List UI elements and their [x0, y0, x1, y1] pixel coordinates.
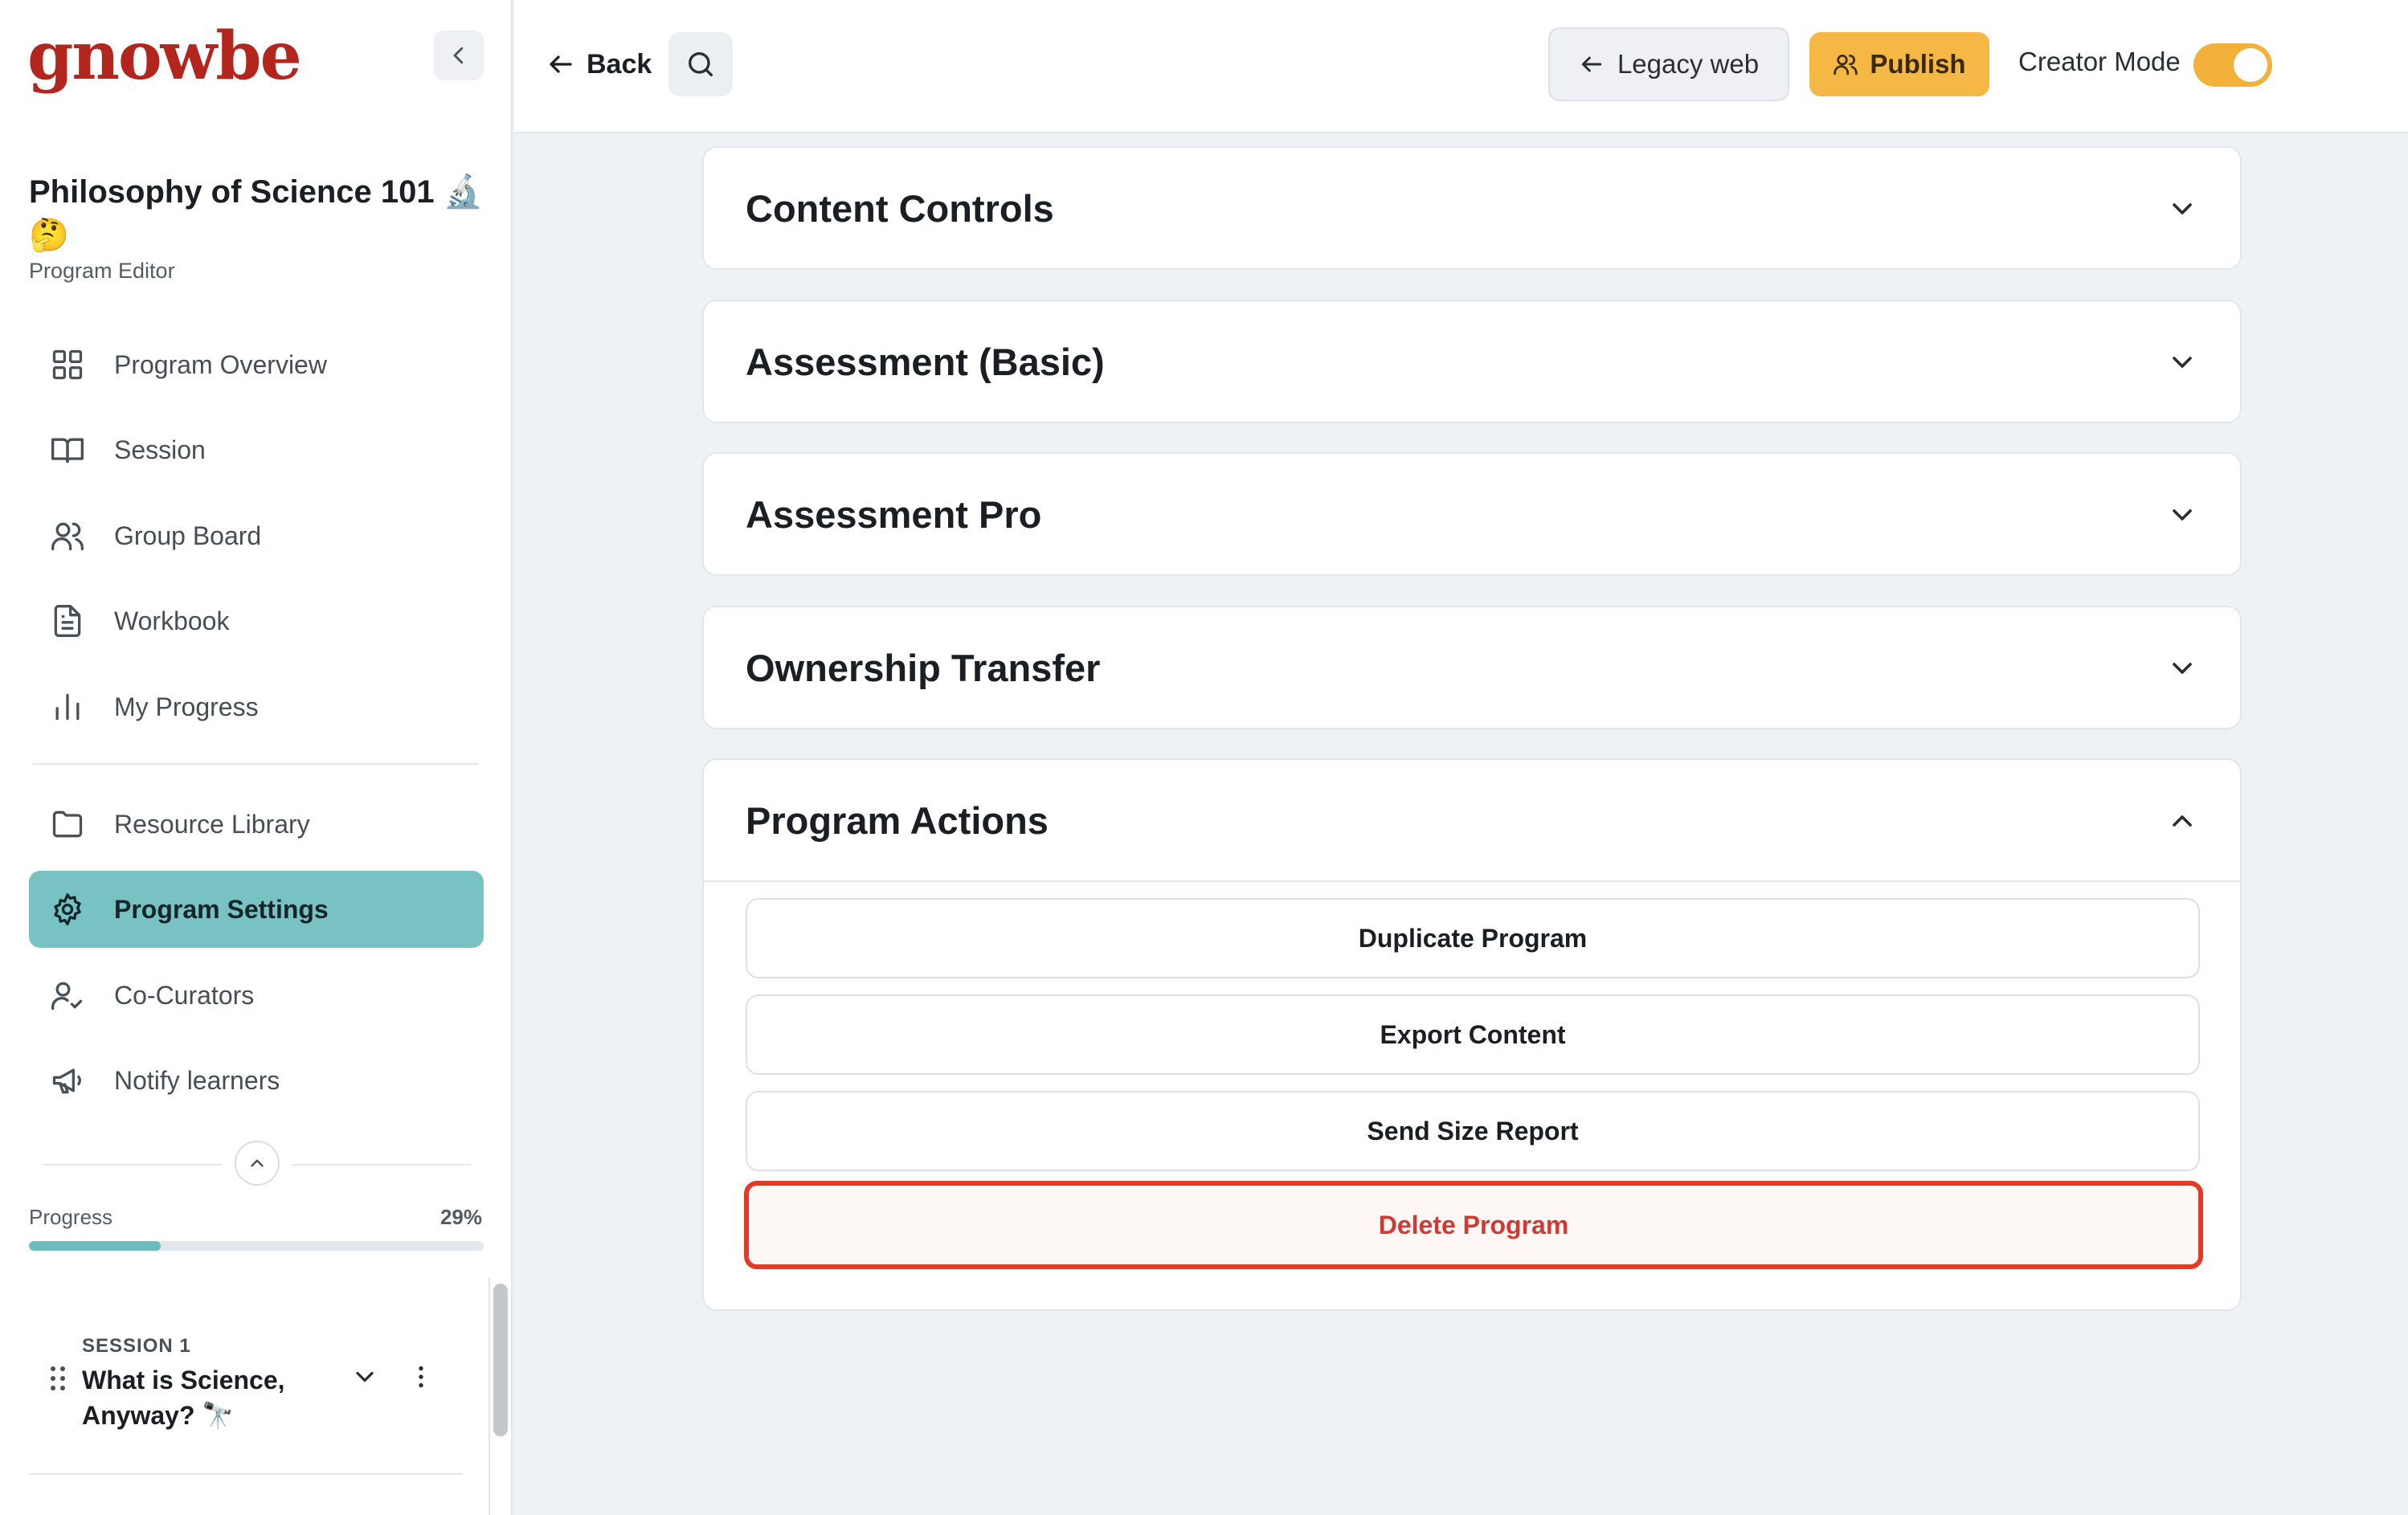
- sidebar-item-label: Program Settings: [114, 894, 329, 924]
- publish-label: Publish: [1870, 49, 1966, 79]
- progress-value: 29%: [439, 1205, 482, 1229]
- session-kicker: SESSION 1: [82, 1335, 191, 1357]
- sidebar-item-group-board[interactable]: Group Board: [29, 497, 484, 574]
- sidebar-item-my-progress[interactable]: My Progress: [29, 668, 484, 745]
- users-icon: [1834, 55, 1858, 76]
- book-icon: [51, 438, 84, 463]
- export-content-button[interactable]: Export Content: [746, 994, 2200, 1075]
- delete-program-button[interactable]: Delete Program: [744, 1181, 2203, 1269]
- legacy-web-button[interactable]: Legacy web: [1548, 27, 1789, 101]
- sidebar-item-label: Group Board: [114, 521, 262, 550]
- bar-chart-icon: [55, 693, 80, 721]
- creator-mode-label: Creator Mode: [2018, 47, 2181, 76]
- progress-bar-fill: [29, 1241, 161, 1251]
- panel-assessment-pro[interactable]: Assessment Pro: [702, 452, 2242, 576]
- document-icon: [54, 605, 81, 637]
- sidebar-item-label: Session: [114, 435, 206, 464]
- sidebar-item-label: Resource Library: [114, 809, 310, 839]
- megaphone-icon: [52, 1068, 81, 1094]
- program-subtitle: Program Editor: [29, 259, 175, 283]
- user-check-icon: [51, 982, 83, 1011]
- sidebar-item-label: Notify learners: [114, 1065, 280, 1095]
- progress-label: Progress: [29, 1205, 113, 1229]
- collapse-nav-button[interactable]: [235, 1141, 280, 1186]
- panel-assessment-basic[interactable]: Assessment (Basic): [702, 300, 2242, 423]
- duplicate-program-button[interactable]: Duplicate Program: [746, 898, 2200, 978]
- chevron-left-icon: [453, 47, 464, 64]
- panel-ownership-transfer[interactable]: Ownership Transfer: [702, 606, 2242, 729]
- session-title: What is Science, Anyway? 🔭: [82, 1366, 285, 1430]
- progress-bar: [29, 1241, 484, 1251]
- sidebar: gnowbe Philosophy of Science 101 🔬 🤔 Pro…: [0, 0, 513, 1515]
- legacy-web-label: Legacy web: [1617, 49, 1760, 79]
- sidebar-item-resource-library[interactable]: Resource Library: [29, 786, 484, 863]
- panel-title: Assessment Pro: [746, 493, 1042, 536]
- panel-title: Ownership Transfer: [746, 647, 1101, 689]
- back-label: Back: [587, 48, 652, 80]
- sidebar-item-session[interactable]: Session: [29, 411, 484, 488]
- sidebar-divider: [32, 763, 479, 765]
- send-size-report-button[interactable]: Send Size Report: [746, 1091, 2200, 1171]
- panel-program-actions: Program Actions Duplicate Program Export…: [702, 758, 2242, 1311]
- program-title: Philosophy of Science 101 🔬 🤔: [29, 174, 484, 253]
- arrow-left-icon: [550, 55, 572, 73]
- collapse-sidebar-button[interactable]: [434, 31, 484, 80]
- drag-handle-icon[interactable]: [50, 1366, 66, 1391]
- sidebar-item-label: My Progress: [114, 692, 259, 721]
- panel-title: Assessment (Basic): [746, 341, 1105, 383]
- toggle-knob: [2234, 48, 2267, 82]
- gear-icon: [54, 893, 81, 925]
- chevron-down-icon[interactable]: [2166, 652, 2198, 684]
- sidebar-item-workbook[interactable]: Workbook: [29, 582, 484, 659]
- grid-icon: [52, 349, 83, 380]
- sidebar-item-notify-learners[interactable]: Notify learners: [29, 1042, 484, 1119]
- sidebar-item-label: Program Overview: [114, 349, 327, 379]
- search-icon: [689, 52, 713, 77]
- chevron-up-icon[interactable]: [2166, 805, 2198, 837]
- sidebar-item-program-overview[interactable]: Program Overview: [29, 326, 484, 403]
- panel-title[interactable]: Program Actions: [746, 798, 1049, 843]
- publish-button[interactable]: Publish: [1809, 32, 1989, 96]
- session-divider: [29, 1473, 463, 1475]
- sidebar-item-label: Workbook: [114, 606, 230, 635]
- users-icon: [51, 522, 84, 551]
- arrow-left-icon: [1581, 56, 1602, 72]
- sidebar-item-program-settings[interactable]: Program Settings: [29, 871, 484, 948]
- chevron-up-icon: [251, 1159, 264, 1167]
- panel-header-divider: [704, 880, 2240, 882]
- sidebar-divider: [292, 1164, 471, 1166]
- search-button[interactable]: [668, 32, 733, 96]
- scrollbar-track: [489, 1277, 490, 1515]
- panel-content-controls[interactable]: Content Controls: [702, 146, 2242, 270]
- chevron-down-icon[interactable]: [2166, 193, 2198, 225]
- top-bar: Back Legacy web Publish Creator Mode: [514, 0, 2408, 133]
- more-vertical-icon[interactable]: [407, 1362, 435, 1391]
- chevron-down-icon[interactable]: [2166, 499, 2198, 531]
- session-item[interactable]: SESSION 1 What is Science, Anyway? 🔭: [29, 1317, 463, 1478]
- gnowbe-logo[interactable]: gnowbe: [27, 18, 302, 95]
- sidebar-item-label: Co-Curators: [114, 980, 255, 1010]
- back-button[interactable]: Back: [546, 40, 652, 88]
- chevron-down-icon[interactable]: [2166, 346, 2198, 378]
- sidebar-divider: [43, 1164, 222, 1166]
- creator-mode-toggle[interactable]: [2193, 43, 2272, 87]
- sidebar-scrollbar[interactable]: [493, 1284, 508, 1436]
- folder-icon: [52, 811, 83, 838]
- panel-title: Content Controls: [746, 187, 1054, 230]
- chevron-down-icon[interactable]: [350, 1362, 379, 1391]
- sidebar-item-co-curators[interactable]: Co-Curators: [29, 957, 484, 1034]
